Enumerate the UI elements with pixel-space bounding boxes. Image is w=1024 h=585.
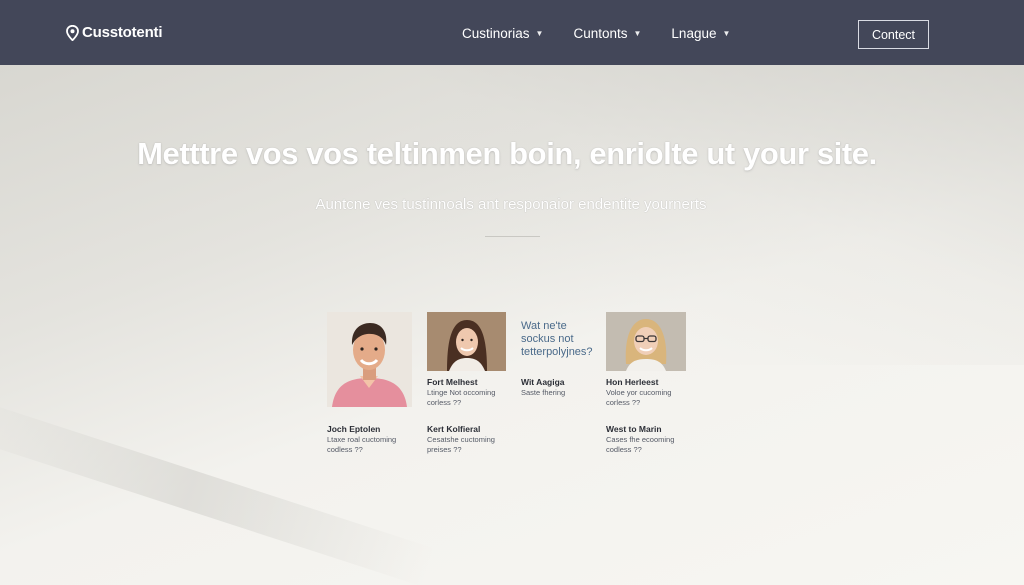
logo-text: Cusstotenti — [82, 24, 163, 41]
chevron-down-icon: ▼ — [722, 29, 731, 38]
nav-item-cuntonts[interactable]: Cuntonts ▼ — [573, 26, 641, 41]
chevron-down-icon: ▼ — [535, 29, 544, 38]
top-navigation-bar: Cusstotenti Custinorias ▼ Cuntonts ▼ Lna… — [0, 0, 1024, 65]
hero-shadow-overlay — [420, 65, 1024, 365]
testimonial-avatar-woman-dark-hair — [427, 312, 506, 371]
testimonial-desc: Ltaxe roal cuctoming codless ?? — [327, 435, 397, 454]
testimonial-name: West to Marin — [606, 424, 662, 434]
hero-title: Metttre vos vos teltinmen boin, enriolte… — [137, 136, 877, 171]
testimonial-name: Fort Melhest — [427, 377, 478, 387]
testimonial-name: Wit Aagiga — [521, 377, 565, 387]
contact-button[interactable]: Contect — [858, 20, 929, 49]
nav-item-label: Custinorias — [462, 26, 530, 41]
testimonial-desc: Cases fhe ecooming codless ?? — [606, 435, 675, 454]
hero-divider — [485, 236, 540, 237]
nav-item-custinorias[interactable]: Custinorias ▼ — [462, 26, 543, 41]
map-pin-icon — [66, 24, 79, 41]
testimonial-avatar-man — [327, 312, 412, 407]
nav-item-label: Lnague — [671, 26, 717, 41]
chevron-down-icon: ▼ — [633, 29, 642, 38]
testimonial-name: Hon Herleest — [606, 377, 659, 387]
main-nav: Custinorias ▼ Cuntonts ▼ Lnague ▼ — [462, 26, 730, 41]
nav-item-label: Cuntonts — [573, 26, 628, 41]
testimonial-name: Joch Eptolen — [327, 424, 381, 434]
testimonial-question-text: Wat ne'te sockus not tetterpolyjnes? — [521, 320, 593, 358]
site-logo[interactable]: Cusstotenti — [66, 24, 163, 41]
hero-subtitle: Auntcne ves tustinnoals ant responaior e… — [315, 196, 707, 213]
testimonial-desc: Saste fhering — [521, 388, 566, 397]
nav-item-lnague[interactable]: Lnague ▼ — [671, 26, 730, 41]
testimonial-desc: Cesatshe cuctoming preises ?? — [427, 435, 495, 454]
testimonial-name: Kert Kolfieral — [427, 424, 481, 434]
testimonial-desc: Voloe yor cucoming corless ?? — [606, 388, 672, 407]
testimonial-desc: Ltinge Not occoming corless ?? — [427, 388, 496, 407]
testimonial-avatar-woman-glasses — [606, 312, 686, 371]
